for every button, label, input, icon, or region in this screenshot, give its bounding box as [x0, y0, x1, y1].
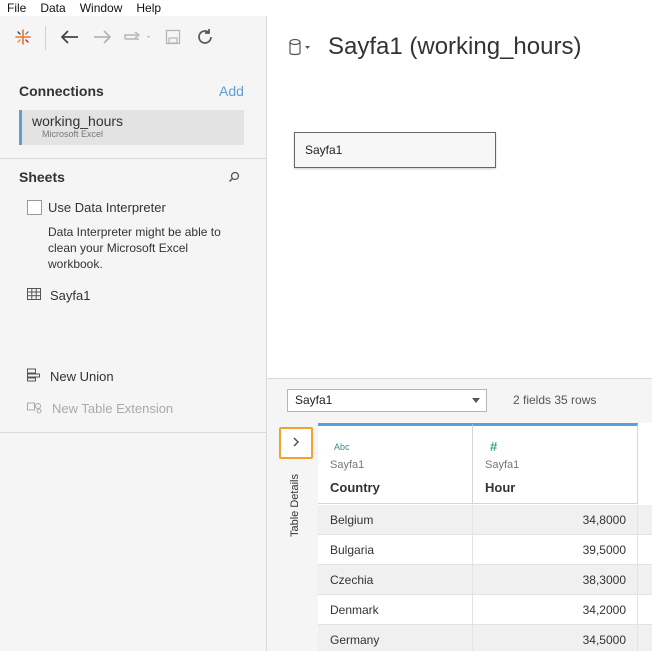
chevron-down-icon: [472, 398, 480, 403]
add-connection-link[interactable]: Add: [219, 83, 244, 99]
data-source-title[interactable]: Sayfa1 (working_hours): [328, 33, 581, 61]
cell-country: Czechia: [330, 573, 374, 587]
refresh-icon[interactable]: [194, 24, 216, 50]
database-dropdown-icon[interactable]: [288, 38, 312, 58]
menu-window[interactable]: Window: [80, 0, 123, 16]
column-name: Hour: [485, 480, 516, 495]
column-header-hour[interactable]: # Sayfa1 Hour: [473, 423, 638, 504]
redo-dropdown-icon[interactable]: [121, 24, 155, 50]
table-row[interactable]: Germany 34,5000: [318, 625, 652, 651]
table-details-toggle-button[interactable]: [279, 427, 313, 459]
number-type-icon[interactable]: #: [490, 439, 497, 454]
column-name: Country: [330, 480, 380, 495]
table-select[interactable]: Sayfa1: [287, 389, 487, 412]
data-table: Abc Sayfa1 Country # Sayfa1 Hour Belgium…: [318, 423, 652, 651]
toolbar: [0, 16, 266, 60]
cell-divider: [637, 595, 638, 625]
table-row[interactable]: Denmark 34,2000: [318, 595, 652, 625]
connection-name: working_hours: [32, 113, 124, 129]
menu-bar: File Data Window Help: [0, 0, 652, 16]
cell-divider: [637, 505, 638, 535]
cell-country: Bulgaria: [330, 543, 375, 557]
chevron-right-icon: [292, 436, 300, 451]
divider: [0, 432, 266, 433]
save-icon[interactable]: [162, 24, 184, 50]
grid-stats: 2 fields 35 rows: [513, 393, 597, 407]
tableau-logo-icon[interactable]: [12, 24, 34, 50]
table-row[interactable]: Czechia 38,3000: [318, 565, 652, 595]
column-header-country[interactable]: Abc Sayfa1 Country: [318, 423, 473, 504]
cell-divider: [637, 535, 638, 565]
cell-hour: 34,2000: [582, 603, 626, 617]
cell-hour: 38,3000: [582, 573, 626, 587]
menu-file[interactable]: File: [7, 0, 26, 16]
connections-header: Connections: [19, 83, 104, 99]
menu-data[interactable]: Data: [40, 0, 65, 16]
menu-help[interactable]: Help: [136, 0, 161, 16]
new-table-extension-label: New Table Extension: [52, 401, 174, 416]
cell-country: Belgium: [330, 513, 374, 527]
back-arrow-icon[interactable]: [59, 24, 81, 50]
search-icon[interactable]: [228, 171, 240, 183]
cell-country: Germany: [330, 633, 380, 647]
divider: [0, 158, 266, 159]
sheets-header: Sheets: [19, 169, 65, 185]
cell-hour: 34,5000: [582, 633, 626, 647]
cell-divider: [637, 565, 638, 595]
union-icon: [27, 368, 41, 385]
table-details-label[interactable]: Table Details: [289, 465, 301, 537]
column-source: Sayfa1: [485, 459, 520, 471]
data-source-canvas: Sayfa1 (working_hours) Sayfa1: [267, 16, 652, 378]
new-union-item[interactable]: New Union: [27, 368, 114, 385]
cell-divider: [637, 625, 638, 651]
table-grid-icon: [27, 287, 41, 303]
forward-arrow-icon[interactable]: [91, 24, 113, 50]
canvas-table-box[interactable]: Sayfa1: [294, 132, 496, 168]
cell-hour: 34,8000: [582, 513, 626, 527]
table-row[interactable]: Bulgaria 39,5000: [318, 535, 652, 565]
table-row[interactable]: Belgium 34,8000: [318, 505, 652, 535]
connection-type: Microsoft Excel: [42, 129, 104, 139]
data-interpreter-description: Data Interpreter might be able to clean …: [48, 225, 221, 271]
cell-country: Denmark: [330, 603, 379, 617]
column-source: Sayfa1: [330, 459, 365, 471]
toolbar-separator: [45, 26, 46, 50]
sheet-item-sayfa1[interactable]: Sayfa1: [27, 287, 90, 303]
sheet-item-label: Sayfa1: [50, 287, 91, 303]
table-select-value: Sayfa1: [295, 393, 333, 407]
string-type-icon[interactable]: Abc: [334, 442, 350, 452]
data-interpreter-checkbox[interactable]: [27, 200, 42, 215]
data-interpreter-label[interactable]: Use Data Interpreter: [48, 200, 166, 215]
data-grid-area: Sayfa1 2 fields 35 rows Table Details Ab…: [267, 378, 652, 651]
new-union-label: New Union: [50, 369, 114, 384]
left-pane: Connections Add working_hours Microsoft …: [0, 16, 267, 651]
connection-item[interactable]: working_hours Microsoft Excel: [19, 110, 244, 145]
cell-hour: 39,5000: [582, 543, 626, 557]
new-table-extension-item[interactable]: New Table Extension: [27, 400, 173, 417]
table-extension-icon: [27, 400, 43, 417]
